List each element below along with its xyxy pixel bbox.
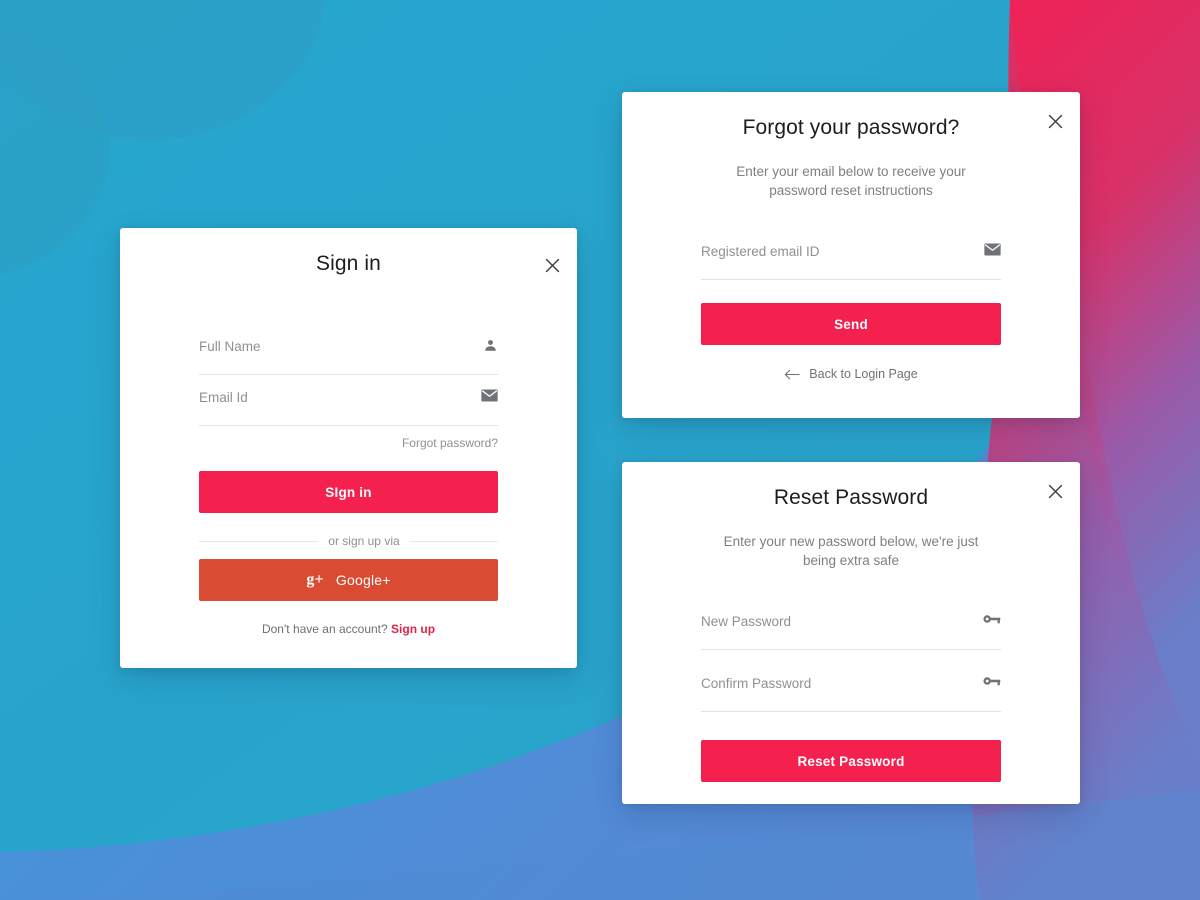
signup-link[interactable]: Sign up — [391, 622, 435, 636]
app-background: Sign in Full Name Email Id Forgot passwo… — [0, 0, 1200, 900]
page-title: Forgot your password? — [742, 116, 960, 139]
reset-password-button[interactable]: Reset Password — [701, 740, 1001, 783]
forgot-password-card: Forgot your password? Enter your email b… — [622, 92, 1080, 418]
signup-prompt-text: Don't have an account? — [261, 622, 388, 636]
full-name-field[interactable]: Full Name — [199, 338, 498, 375]
google-plus-button[interactable]: g+ Google+ — [199, 559, 498, 601]
back-to-login-link[interactable]: Back to Login Page — [622, 367, 1080, 381]
new-password-label: New Password — [701, 614, 792, 630]
envelope-icon — [984, 243, 1001, 256]
registered-email-label: Registered email ID — [701, 244, 820, 260]
email-label: Email Id — [199, 390, 248, 405]
reset-subtitle: Enter your new password below, we're jus… — [723, 534, 979, 569]
back-to-login-label: Back to Login Page — [809, 367, 918, 382]
confirm-password-label: Confirm Password — [701, 676, 812, 692]
signup-divider: or sign up via — [199, 534, 498, 548]
send-button[interactable]: Send — [701, 303, 1001, 346]
confirm-password-field[interactable]: Confirm Password — [701, 675, 1001, 713]
email-field[interactable]: Email Id — [199, 389, 498, 426]
google-plus-label: Google+ — [335, 572, 391, 588]
key-icon — [983, 613, 1001, 625]
signup-prompt: Don't have an account? Sign up — [120, 622, 577, 636]
divider-rule-right — [409, 540, 498, 542]
reset-password-card: Reset Password Enter your new password b… — [622, 462, 1080, 804]
signin-button[interactable]: SIgn in — [199, 471, 498, 513]
signin-card: Sign in Full Name Email Id Forgot passwo… — [120, 228, 577, 668]
new-password-field[interactable]: New Password — [701, 613, 1001, 651]
page-title: Reset Password — [773, 486, 929, 509]
person-icon — [483, 338, 498, 353]
registered-email-field[interactable]: Registered email ID — [701, 243, 1001, 281]
full-name-label: Full Name — [199, 339, 261, 354]
forgot-password-link[interactable]: Forgot password? — [199, 436, 498, 450]
close-icon[interactable] — [1042, 478, 1068, 504]
divider-rule-left — [199, 540, 319, 542]
close-icon[interactable] — [539, 252, 565, 278]
google-plus-icon: g+ — [306, 571, 324, 588]
forgot-subtitle: Enter your email below to receive your p… — [736, 164, 966, 199]
key-icon — [983, 675, 1001, 687]
envelope-icon — [481, 389, 498, 402]
divider-label: or sign up via — [328, 534, 400, 548]
arrow-left-icon — [784, 369, 800, 380]
page-title: Sign in — [316, 252, 381, 275]
close-icon[interactable] — [1042, 108, 1068, 134]
